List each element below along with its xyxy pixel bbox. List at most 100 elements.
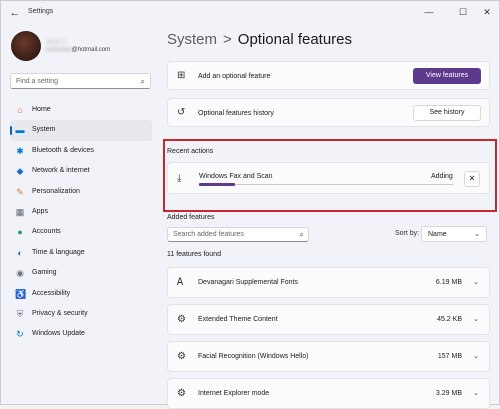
sidebar-item-gaming[interactable]: ◉ Gaming	[10, 263, 152, 283]
feature-row[interactable]: ⚙ Internet Explorer mode 3.29 MB ⌄	[167, 378, 490, 409]
profile-email: nickxxxxx@hotmail.com	[46, 47, 110, 53]
sidebar-item-apps[interactable]: ▦ Apps	[10, 202, 152, 222]
close-icon[interactable]: ✕	[477, 5, 497, 19]
feature-icon: ⚙	[177, 351, 186, 362]
sidebar-item-personalization[interactable]: ✎ Personalization	[10, 182, 152, 202]
sidebar-item-icon: ▬	[15, 125, 25, 136]
sidebar-item-time-language[interactable]: ◐ Time & language	[10, 243, 152, 263]
recent-item-name: Windows Fax and Scan	[199, 173, 273, 180]
find-setting-placeholder: Find a setting	[16, 78, 59, 85]
sidebar-item-icon: ▦	[15, 206, 25, 217]
chevron-down-icon[interactable]: ⌄	[473, 352, 479, 360]
feature-name: Devanagari Supplemental Fonts	[198, 279, 299, 286]
search-icon: ⌕	[140, 77, 145, 86]
sidebar-item-icon: ◆	[16, 166, 24, 177]
feature-name: Extended Theme Content	[198, 316, 278, 323]
see-history-button[interactable]: See history	[413, 105, 481, 121]
breadcrumb-parent[interactable]: System	[167, 31, 217, 48]
feature-name: Facial Recognition (Windows Hello)	[198, 353, 309, 360]
back-arrow-icon[interactable]: ←	[8, 6, 22, 20]
sidebar-item-accessibility[interactable]: ♿ Accessibility	[10, 284, 152, 304]
sidebar-item-label: Apps	[32, 207, 48, 215]
sidebar-item-label: Accounts	[32, 228, 61, 236]
sidebar-item-accounts[interactable]: ● Accounts	[10, 222, 152, 242]
feature-name: Internet Explorer mode	[198, 390, 270, 397]
sidebar-item-home[interactable]: ⌂ Home	[10, 100, 152, 120]
sort-by-label: Sort by:	[395, 230, 420, 237]
sidebar-item-icon: ⌂	[17, 105, 23, 115]
feature-icon: Ꭺ	[177, 277, 184, 288]
sidebar-item-system[interactable]: ▬ System	[10, 120, 152, 141]
sidebar-item-icon: ●	[17, 227, 23, 238]
sidebar-item-icon: ◉	[16, 268, 24, 279]
search-added-features-input[interactable]: Search added features ⌕	[167, 227, 309, 242]
profile-email-hidden: nickxxxxx	[46, 47, 72, 53]
add-feature-label: Add an optional feature	[198, 73, 271, 80]
sidebar-item-label: System	[32, 126, 56, 134]
features-count: 11 features found	[167, 251, 221, 258]
chevron-down-icon: ⌄	[474, 231, 480, 238]
maximize-icon[interactable]: ☐	[453, 5, 473, 19]
view-features-button[interactable]: View features	[413, 68, 481, 84]
breadcrumb: System > Optional features	[167, 31, 352, 48]
feature-row[interactable]: ⚙ Extended Theme Content 45.2 KB ⌄	[167, 304, 490, 335]
sidebar-nav: ⌂ Home ▬ System ✱ Bluetooth & devices ◆ Network…	[10, 100, 152, 345]
feature-row[interactable]: ⚙ Facial Recognition (Windows Hello) 157 M…	[167, 341, 490, 372]
sidebar-item-icon: ◐	[17, 247, 23, 258]
download-icon: ⤓	[177, 173, 182, 184]
progress-fill	[199, 183, 235, 186]
recent-item-status: Adding	[431, 173, 453, 180]
window-title: Settings	[28, 8, 54, 15]
add-feature-card: ⊞ Add an optional feature View features	[167, 61, 490, 90]
feature-icon: ⚙	[177, 388, 186, 399]
add-grid-icon: ⊞	[177, 70, 186, 81]
sort-value: Name	[428, 231, 447, 238]
progress-bar	[199, 183, 453, 186]
settings-window: ← Settings — ☐ ✕ Nick C nickxxxxx@hotmai…	[0, 0, 500, 409]
feature-size: 45.2 KB	[437, 316, 462, 323]
sidebar-item-label: Home	[32, 106, 51, 113]
sidebar-item-label: Windows Update	[32, 330, 85, 338]
chevron-down-icon[interactable]: ⌄	[473, 389, 479, 397]
sidebar-item-label: Privacy & security	[32, 309, 88, 317]
profile-email-domain: @hotmail.com	[71, 47, 111, 53]
sort-select[interactable]: Name ⌄	[421, 226, 487, 242]
sidebar-item-icon: ♿	[15, 288, 27, 299]
history-label: Optional features history	[198, 110, 274, 117]
feature-row[interactable]: Ꭺ Devanagari Supplemental Fonts 6.19 MB ⌄	[167, 267, 490, 298]
sidebar-item-bluetooth-devices[interactable]: ✱ Bluetooth & devices	[10, 141, 152, 161]
profile-name: Nick C	[46, 39, 67, 46]
history-card[interactable]: ↺ Optional features history See history	[167, 98, 490, 127]
breadcrumb-separator: >	[223, 31, 232, 48]
sidebar-item-label: Bluetooth & devices	[32, 146, 94, 154]
sidebar-item-label: Accessibility	[32, 289, 71, 297]
title-bar: ← Settings — ☐ ✕	[1, 1, 499, 25]
recent-action-item: ⤓ Windows Fax and Scan Adding ✕	[167, 162, 490, 194]
find-setting-input[interactable]: Find a setting ⌕	[10, 73, 151, 89]
cancel-action-button[interactable]: ✕	[464, 171, 480, 187]
avatar[interactable]	[11, 31, 41, 61]
search-added-placeholder: Search added features	[173, 231, 244, 238]
history-icon: ↺	[177, 107, 186, 118]
minimize-icon[interactable]: —	[419, 5, 439, 19]
sidebar-item-privacy-security[interactable]: ⛨ Privacy & security	[10, 304, 152, 324]
sidebar-item-label: Personalization	[32, 187, 80, 195]
chevron-down-icon[interactable]: ⌄	[473, 278, 479, 286]
close-icon: ✕	[468, 174, 476, 183]
feature-size: 157 MB	[437, 353, 462, 360]
sidebar-item-windows-update[interactable]: ↻ Windows Update	[10, 324, 152, 344]
sidebar-item-network-internet[interactable]: ◆ Network & internet	[10, 161, 152, 181]
feature-size: 6.19 MB	[435, 279, 462, 286]
sidebar-item-icon: ↻	[16, 329, 24, 340]
search-icon: ⌕	[299, 230, 304, 239]
feature-size: 3.29 MB	[435, 390, 462, 397]
sidebar-item-label: Network & internet	[32, 167, 90, 175]
feature-icon: ⚙	[177, 314, 186, 325]
chevron-down-icon[interactable]: ⌄	[473, 315, 479, 323]
sidebar-item-label: Time & language	[32, 248, 85, 256]
page-title: Optional features	[237, 31, 353, 48]
sidebar-item-icon: ⛨	[16, 308, 24, 319]
recent-actions-label: Recent actions	[167, 148, 214, 155]
sidebar-item-label: Gaming	[32, 269, 57, 277]
added-features-label: Added features	[167, 214, 215, 221]
